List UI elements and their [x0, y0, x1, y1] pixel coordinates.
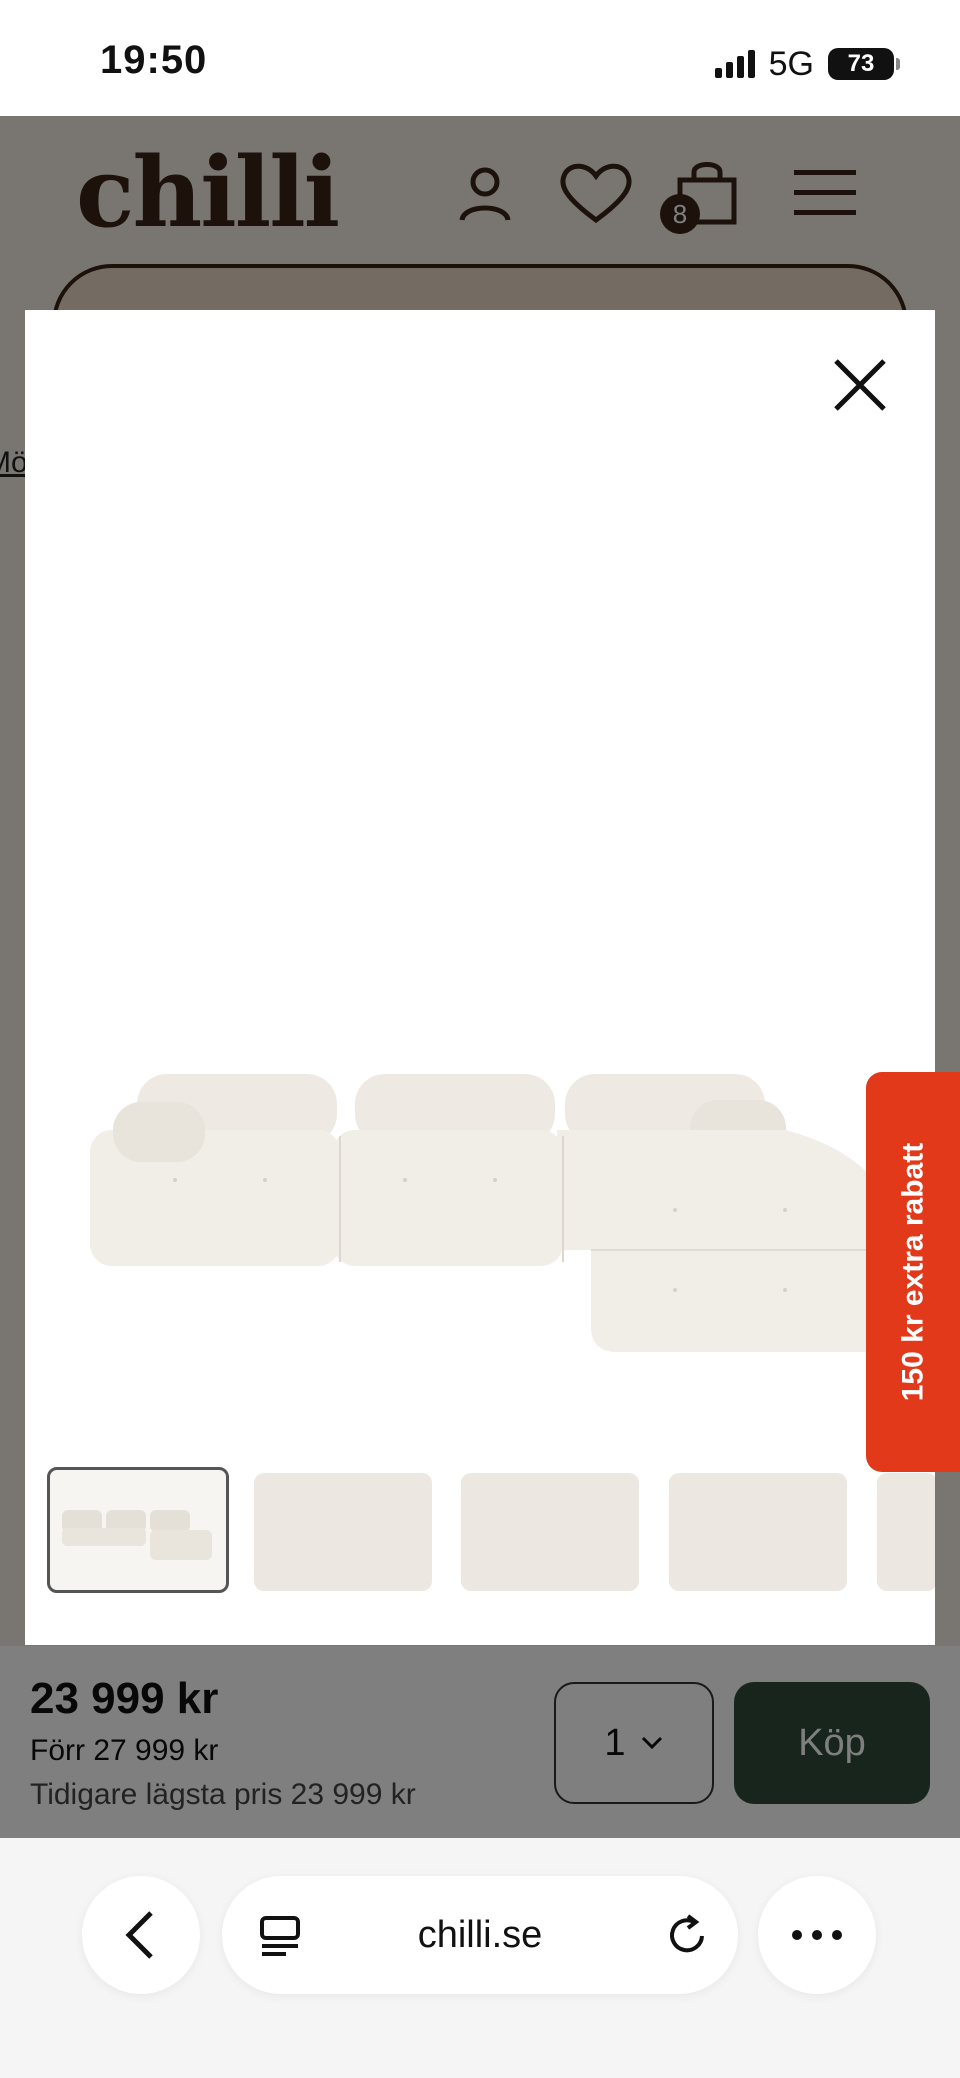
network-label: 5G [768, 44, 814, 83]
status-time: 19:50 [100, 38, 208, 82]
address-bar[interactable]: chilli.se [222, 1876, 738, 1994]
url-text: chilli.se [417, 1914, 543, 1956]
close-icon[interactable] [825, 350, 895, 420]
battery-icon: 73 [828, 48, 900, 80]
status-bar: 19:50 5G 73 [0, 0, 960, 116]
browser-toolbar: chilli.se [0, 1838, 960, 2078]
back-icon[interactable] [82, 1876, 200, 1994]
reload-icon[interactable] [664, 1912, 710, 1963]
promo-label: 150 kr extra rabatt [896, 1142, 929, 1402]
promo-discount-tab[interactable]: 150 kr extra rabatt [866, 1072, 960, 1472]
status-indicators: 5G 73 [714, 44, 900, 84]
product-image [25, 690, 935, 1390]
signal-icon [714, 50, 755, 78]
thumbnail-1[interactable] [47, 1467, 229, 1593]
thumbnail-4[interactable] [669, 1473, 847, 1591]
more-icon[interactable] [758, 1876, 876, 1994]
thumbnail-2[interactable] [254, 1473, 432, 1591]
thumbnail-3[interactable] [461, 1473, 639, 1591]
thumbnail-strip [47, 1467, 935, 1595]
thumbnail-5[interactable] [877, 1473, 935, 1591]
image-lightbox [25, 310, 935, 1645]
